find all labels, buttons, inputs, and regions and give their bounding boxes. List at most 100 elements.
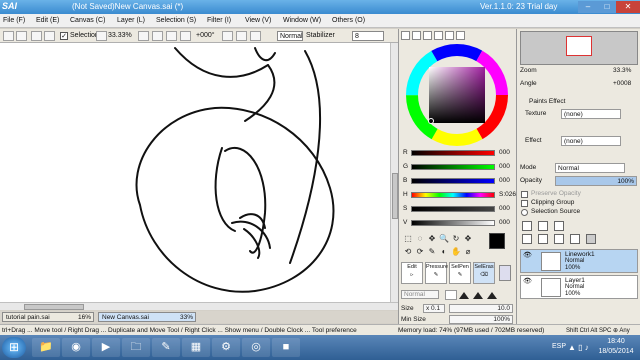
fill-tool-icon[interactable]: ◐ — [439, 247, 449, 257]
taskbar-media-icon[interactable]: ▶ — [92, 338, 120, 357]
eyedropper-icon[interactable]: ⌀ — [463, 247, 473, 257]
new-folder-button[interactable] — [554, 221, 564, 231]
zoom-out-button[interactable] — [96, 31, 107, 41]
undo-button[interactable] — [3, 31, 14, 41]
select-tool-icon[interactable]: ⬚ — [403, 234, 413, 244]
texture-select[interactable]: (none) — [561, 109, 621, 119]
size-multiplier[interactable]: x 0.1 — [423, 304, 445, 313]
brush-selpen[interactable]: SelPen ✎ — [449, 262, 471, 284]
close-button[interactable]: ✕ — [616, 1, 640, 13]
effect-select[interactable]: (none) — [561, 136, 621, 146]
taskbar-folder-icon[interactable]: 🗀 — [122, 338, 150, 357]
taskbar-paint-icon[interactable]: ✎ — [152, 338, 180, 357]
system-tray-icons[interactable]: ▲ ▯ ♪ — [568, 343, 589, 352]
primary-color-swatch[interactable] — [489, 233, 505, 249]
swatches-toggle[interactable] — [445, 31, 454, 40]
clear-layer-button[interactable] — [554, 234, 564, 244]
redo-button[interactable] — [16, 31, 27, 41]
zoom-in-button[interactable] — [138, 31, 149, 41]
layer-row-linework1[interactable]: 👁 Linework1 Normal 100% — [520, 249, 638, 273]
magic-wand-icon[interactable]: ✥ — [427, 234, 437, 244]
scratchpad-toggle[interactable] — [456, 31, 465, 40]
flip-button[interactable] — [236, 31, 247, 41]
clock-date[interactable]: 18/05/2014 — [594, 348, 638, 355]
clock-time[interactable]: 18:40 — [594, 338, 638, 345]
move-tool-icon[interactable]: ✥ — [463, 234, 473, 244]
flip-vertical-button[interactable] — [250, 31, 261, 41]
canvas-horizontal-scrollbar[interactable] — [0, 302, 398, 310]
clipping-group-checkbox[interactable] — [521, 200, 528, 207]
language-indicator[interactable]: ESP — [552, 343, 566, 350]
layer-row-layer1[interactable]: 👁 Layer1 Normal 100% — [520, 275, 638, 299]
opacity-slider[interactable]: 100% — [555, 176, 637, 186]
zoom-reset-button[interactable] — [152, 31, 163, 41]
merge-down-button[interactable] — [538, 234, 548, 244]
taskbar-sai-icon[interactable]: ■ — [272, 338, 300, 357]
taskbar-grid-icon[interactable]: ▦ — [182, 338, 210, 357]
menu-edit[interactable]: Edit (E) — [36, 17, 59, 24]
rotate-reset-button[interactable] — [222, 31, 233, 41]
taskbar-settings-icon[interactable]: ⚙ — [212, 338, 240, 357]
paints-effect-header[interactable]: Paints Effect — [529, 98, 565, 105]
red-slider[interactable]: R 000 — [401, 149, 513, 158]
mode-select[interactable]: Normal — [277, 31, 303, 41]
menu-filter[interactable]: Filter (I) — [207, 17, 231, 24]
zoom-tool-icon[interactable]: 🔍 — [439, 234, 449, 244]
hand-tool-icon[interactable]: ✋ — [451, 247, 461, 257]
min-size-value[interactable]: 100% — [449, 315, 513, 324]
brush-shape-selector[interactable] — [445, 290, 505, 300]
stabilizer-select[interactable]: 8 — [352, 31, 384, 41]
delete-layer-button[interactable] — [586, 234, 596, 244]
brush-mode-select[interactable]: Normal — [401, 290, 439, 299]
taskbar-explorer-icon[interactable]: 📁 — [32, 338, 60, 357]
rotate-canvas-icon[interactable]: ⟳ — [415, 247, 425, 257]
pen-tool-icon[interactable]: ✎ — [427, 247, 437, 257]
taskbar-browser-icon[interactable]: ◎ — [242, 338, 270, 357]
brush-palette-scroll[interactable] — [499, 265, 511, 281]
doc-tab-new-canvas[interactable]: New Canvas.sai 33% — [98, 312, 196, 322]
rgb-slider-toggle[interactable] — [412, 31, 421, 40]
color-wheel-toggle[interactable] — [401, 31, 410, 40]
start-button[interactable]: ⊞ — [2, 337, 26, 358]
maximize-button[interactable]: □ — [598, 1, 616, 13]
taskbar-chrome-icon[interactable]: ◉ — [62, 338, 90, 357]
menu-view[interactable]: View (V) — [245, 17, 271, 24]
blend-mode-select[interactable]: Normal — [555, 163, 625, 173]
menu-others[interactable]: Others (O) — [332, 17, 365, 24]
size-value[interactable]: 10.0 — [449, 304, 513, 313]
menu-canvas[interactable]: Canvas (C) — [70, 17, 105, 24]
invert-selection-button[interactable] — [44, 31, 55, 41]
copy-layer-button[interactable] — [522, 234, 532, 244]
brush-seleras[interactable]: SelEras ⌫ — [473, 262, 495, 284]
canvas-vertical-scrollbar[interactable] — [390, 43, 398, 302]
green-slider[interactable]: G 000 — [401, 163, 513, 172]
move-canvas-icon[interactable]: ⟲ — [403, 247, 413, 257]
menu-file[interactable]: File (F) — [3, 17, 25, 24]
new-layer-button[interactable] — [522, 221, 532, 231]
merge-visible-button[interactable] — [570, 234, 580, 244]
rotate-right-button[interactable] — [180, 31, 191, 41]
saturation-slider[interactable]: S 000 — [401, 205, 513, 214]
brush-pressure[interactable]: Pressure ✎ — [425, 262, 448, 284]
color-wheel[interactable] — [405, 43, 509, 147]
selection-checkbox[interactable]: ✓ — [60, 32, 68, 40]
rotate-left-button[interactable] — [166, 31, 177, 41]
menu-selection[interactable]: Selection (S) — [156, 17, 196, 24]
selection-source-checkbox[interactable] — [521, 209, 528, 216]
minimize-button[interactable]: – — [578, 1, 598, 13]
visibility-eye-icon[interactable]: 👁 — [523, 252, 532, 260]
visibility-eye-icon[interactable]: 👁 — [523, 278, 532, 286]
value-slider[interactable]: V 000 — [401, 219, 513, 228]
drawing-canvas[interactable] — [0, 43, 390, 302]
menu-layer[interactable]: Layer (L) — [117, 17, 145, 24]
navigator-preview[interactable] — [520, 31, 638, 65]
hue-slider[interactable]: H S:026 — [401, 191, 516, 200]
lasso-tool-icon[interactable]: ◌ — [415, 234, 425, 244]
rotate-tool-icon[interactable]: ↻ — [451, 234, 461, 244]
deselect-button[interactable] — [31, 31, 42, 41]
brush-edit[interactable]: Edit ▹ — [401, 262, 423, 284]
menu-window[interactable]: Window (W) — [283, 17, 321, 24]
new-linework-button[interactable] — [538, 221, 548, 231]
hsv-slider-toggle[interactable] — [423, 31, 432, 40]
preserve-opacity-checkbox[interactable] — [521, 191, 528, 198]
